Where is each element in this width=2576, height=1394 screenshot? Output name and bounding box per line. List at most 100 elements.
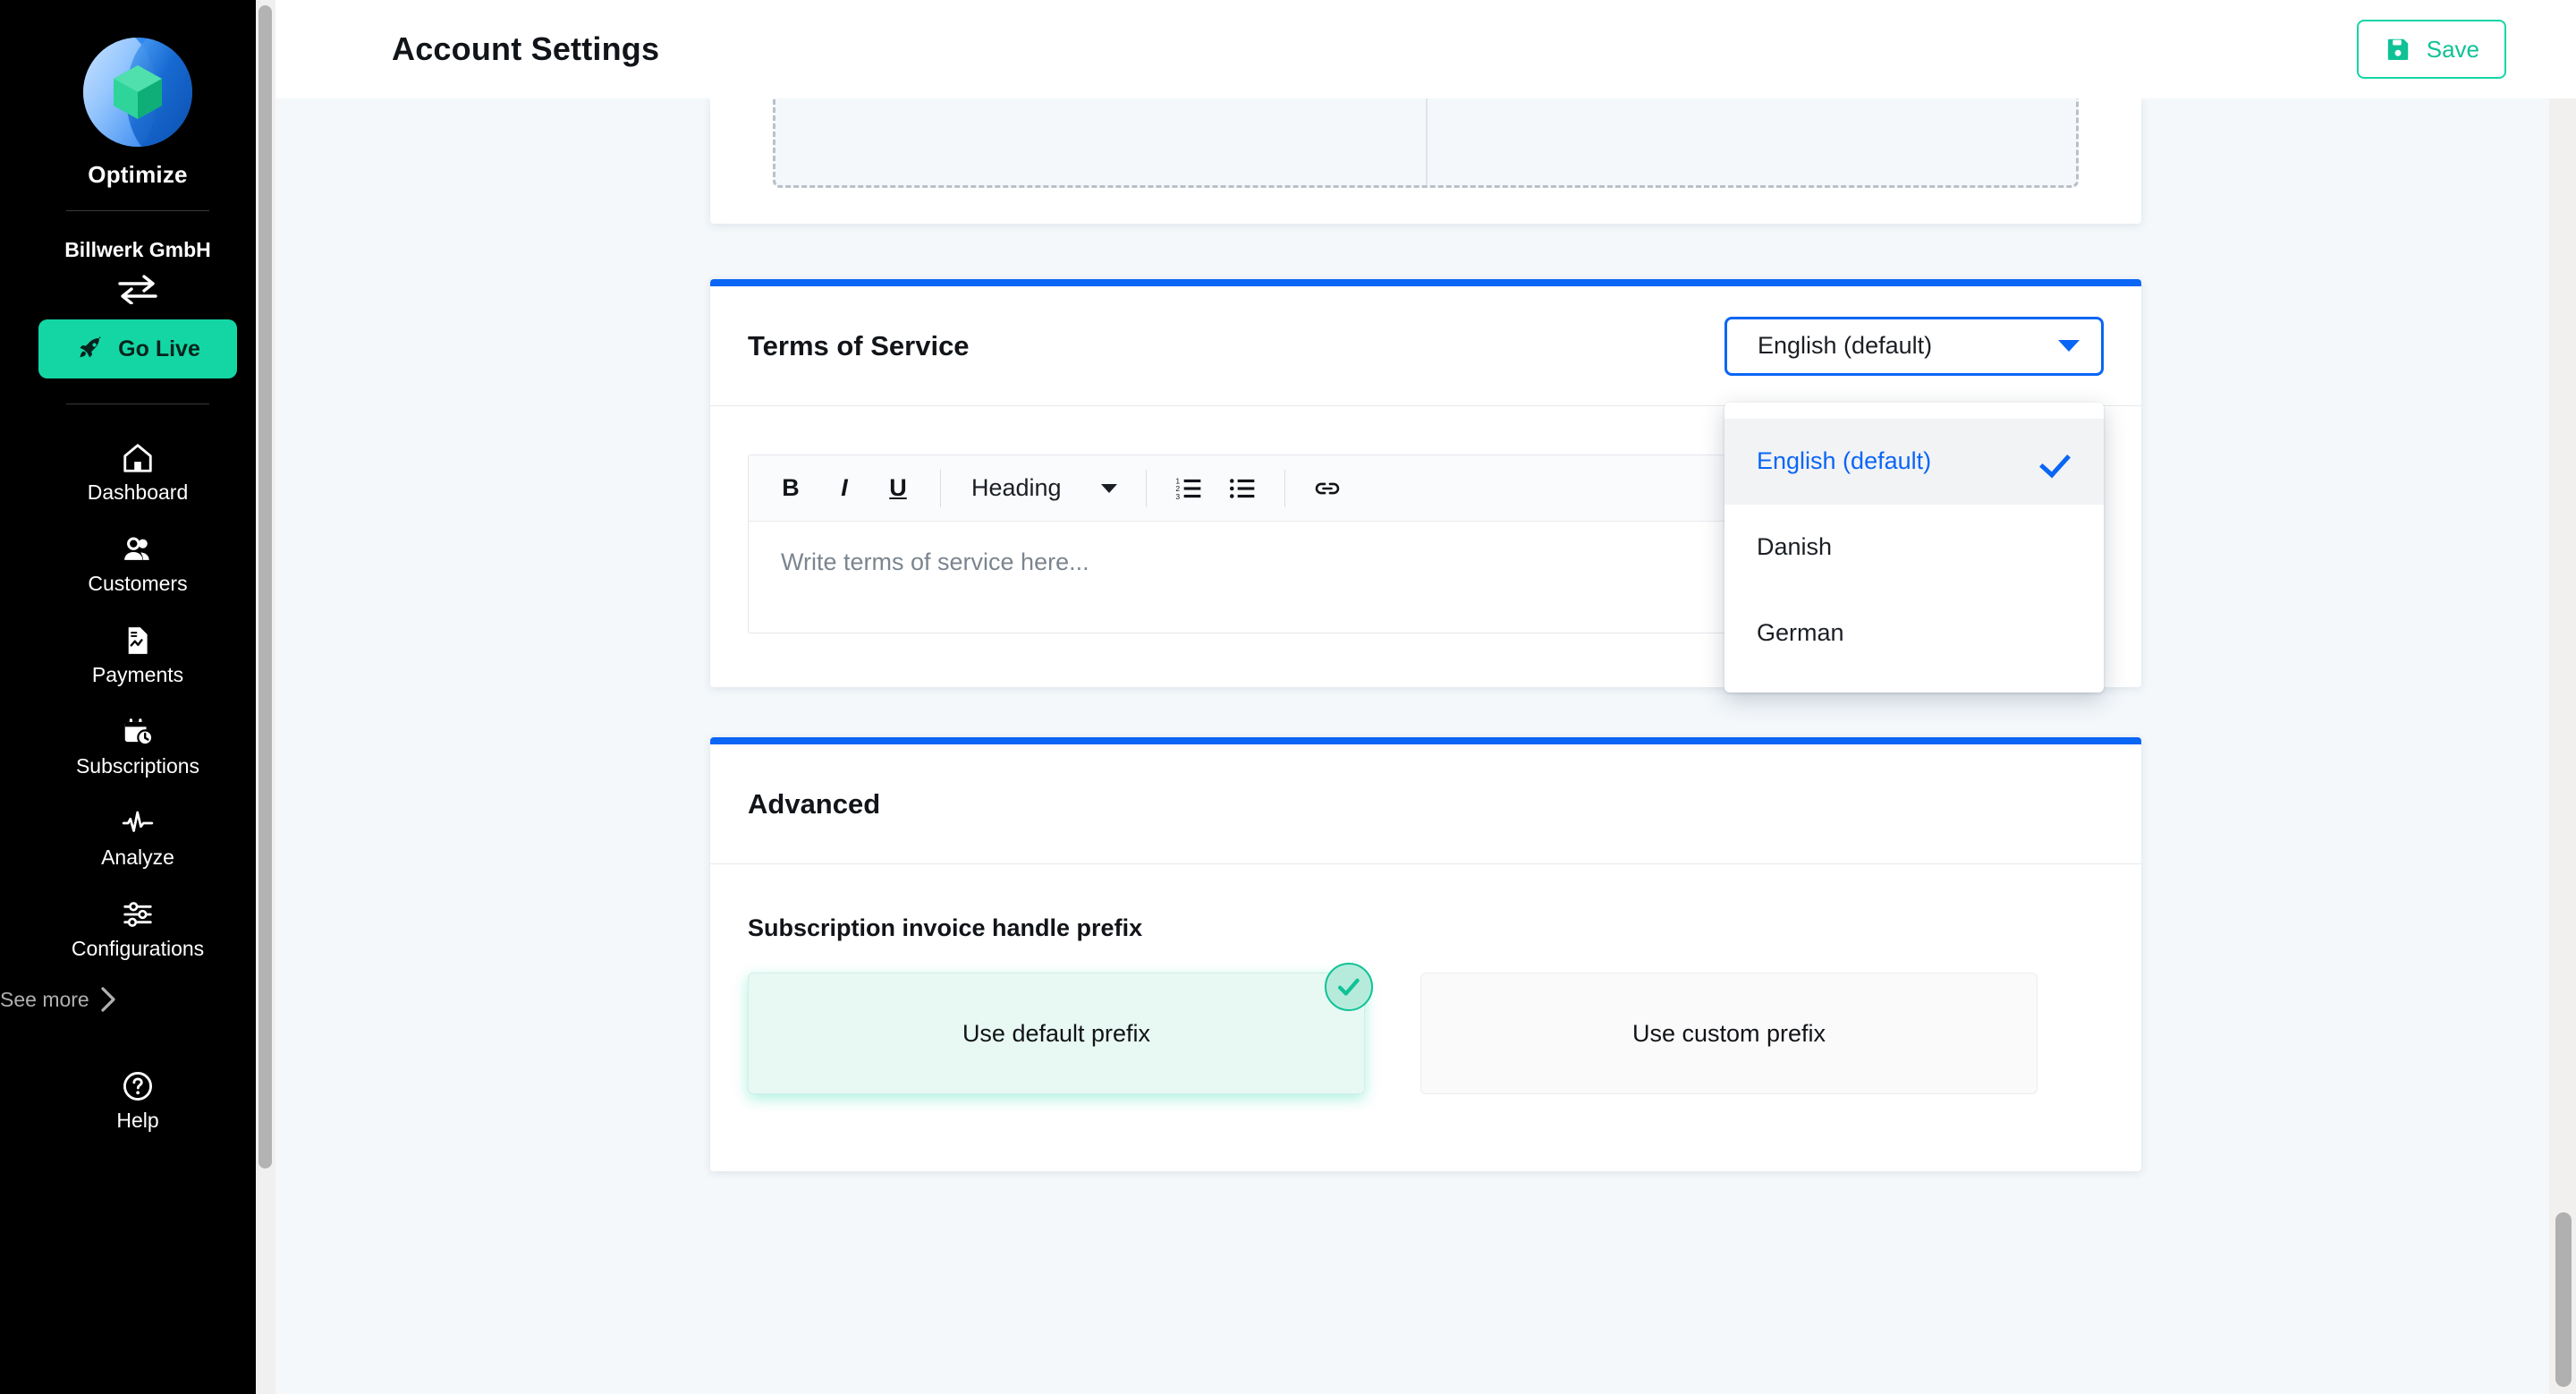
link-icon [1315, 482, 1339, 494]
switch-arrows-icon [118, 275, 157, 304]
heading-select-value: Heading [971, 474, 1062, 501]
logo-dropzone-right[interactable] [1426, 98, 2076, 185]
check-icon [1338, 978, 1360, 996]
org-name: Billwerk GmbH [64, 238, 211, 261]
advanced-card-header: Advanced [710, 744, 2141, 864]
go-live-label: Go Live [118, 336, 200, 361]
page-content: Terms of Service English (default) Engli… [275, 98, 2576, 1279]
see-more-label: See more [0, 987, 89, 1011]
terms-card-header: Terms of Service English (default) Engli… [710, 286, 2141, 693]
sidebar-item-payments[interactable]: Payments [0, 608, 275, 700]
terms-card-title: Terms of Service [748, 329, 970, 361]
page-scrollbar-thumb[interactable] [2555, 1212, 2572, 1387]
save-label: Save [2426, 35, 2479, 63]
sidebar-nav: Dashboard Customers Payments Subscriptio… [0, 426, 275, 1145]
brand-name: Optimize [88, 161, 188, 188]
card-accent-bar [710, 737, 2141, 744]
language-dropdown-menu: English (default) Danish German [1724, 402, 2104, 693]
sidebar: Optimize Billwerk GmbH Go Live Dashboard… [0, 0, 275, 1394]
logo-dropzone[interactable] [773, 98, 2079, 188]
sidebar-item-label: Customers [88, 572, 188, 595]
sidebar-item-label: Configurations [71, 937, 205, 960]
svg-text:3: 3 [1175, 492, 1180, 501]
language-option-label: German [1757, 619, 1844, 646]
save-button[interactable]: Save [2356, 20, 2506, 79]
bold-button[interactable]: B [767, 464, 815, 513]
prefix-options-row: Use default prefix Use custom prefix [748, 963, 2104, 1094]
sidebar-item-label: Help [116, 1109, 159, 1132]
language-select-value: English (default) [1758, 332, 1933, 359]
sidebar-item-help[interactable]: Help [0, 1054, 275, 1145]
advanced-card-title: Advanced [748, 787, 881, 820]
card-accent-bar [710, 279, 2141, 286]
chevron-down-icon [1100, 483, 1117, 493]
sidebar-scrollbar-thumb[interactable] [258, 5, 272, 1169]
switch-organization-button[interactable] [113, 271, 163, 307]
sidebar-item-label: Dashboard [87, 480, 189, 504]
link-button[interactable] [1303, 464, 1352, 513]
page-scrollbar-track[interactable] [2549, 98, 2576, 1394]
pulse-icon [122, 811, 154, 832]
go-live-button[interactable]: Go Live [38, 319, 237, 378]
toolbar-separator [1145, 469, 1147, 507]
document-chart-icon [128, 627, 148, 654]
users-icon [124, 537, 149, 560]
cube-glyph-icon [114, 65, 162, 119]
calendar-clock-icon [124, 718, 154, 746]
sidebar-item-label: Payments [91, 663, 184, 686]
logo-dropzone-left[interactable] [775, 98, 1426, 185]
sidebar-content: Optimize Billwerk GmbH Go Live Dashboard… [0, 0, 275, 1145]
rocket-icon [80, 336, 102, 358]
language-option-english[interactable]: English (default) [1724, 418, 2104, 505]
top-bar: Account Settings Save [275, 0, 2576, 98]
heading-select[interactable]: Heading [959, 464, 1128, 513]
italic-button[interactable]: I [820, 464, 869, 513]
sidebar-divider-top [66, 210, 209, 211]
prefix-option-label: Use custom prefix [1631, 1019, 1826, 1047]
chevron-right-icon [101, 987, 115, 1012]
chevron-down-icon [2058, 340, 2080, 352]
bullet-list-button[interactable] [1218, 464, 1267, 513]
optimize-logo-icon [83, 38, 192, 147]
main-area: Account Settings Save Terms of Service E… [275, 0, 2576, 1394]
language-option-danish[interactable]: Danish [1724, 505, 2104, 591]
use-default-prefix-option[interactable]: Use default prefix [748, 963, 1373, 1094]
toolbar-separator [1284, 469, 1285, 507]
check-badge-icon [1325, 963, 1373, 1011]
sidebar-item-label: Subscriptions [75, 754, 200, 778]
advanced-card-body: Subscription invoice handle prefix Use d… [710, 864, 2141, 1171]
sidebar-item-analyze[interactable]: Analyze [0, 791, 275, 882]
home-icon [123, 444, 152, 472]
sidebar-item-dashboard[interactable]: Dashboard [0, 426, 275, 517]
terms-of-service-card: Terms of Service English (default) Engli… [710, 279, 2141, 693]
prefix-section-label: Subscription invoice handle prefix [748, 914, 1143, 941]
language-option-label: English (default) [1757, 447, 1932, 474]
language-option-label: Danish [1757, 533, 1833, 560]
sidebar-item-configurations[interactable]: Configurations [0, 882, 275, 973]
use-custom-prefix-option[interactable]: Use custom prefix [1420, 973, 2038, 1094]
toolbar-separator [940, 469, 941, 507]
floppy-disk-icon [2387, 38, 2408, 60]
ordered-list-button[interactable]: 1 2 3 [1165, 464, 1213, 513]
advanced-card: Advanced Subscription invoice handle pre… [710, 737, 2141, 1171]
underline-button[interactable]: U [874, 464, 922, 513]
logo-upload-card-partial [710, 98, 2141, 224]
sliders-icon [123, 902, 152, 927]
scroll-region: Terms of Service English (default) Engli… [275, 98, 2576, 1394]
sidebar-scrollbar-track[interactable] [256, 0, 275, 1394]
question-circle-icon [123, 1072, 152, 1101]
prefix-option-label: Use default prefix [962, 1019, 1151, 1047]
see-more-button[interactable]: See more [0, 986, 275, 1013]
ordered-list-icon: 1 2 3 [1175, 476, 1200, 501]
sidebar-item-subscriptions[interactable]: Subscriptions [0, 700, 275, 791]
check-icon [2041, 446, 2072, 477]
app-root: Optimize Billwerk GmbH Go Live Dashboard… [0, 0, 2576, 1394]
language-select[interactable]: English (default) [1724, 316, 2104, 376]
sidebar-item-label: Analyze [101, 846, 174, 869]
language-option-german[interactable]: German [1724, 591, 2104, 676]
page-title: Account Settings [392, 30, 660, 67]
sidebar-item-customers[interactable]: Customers [0, 517, 275, 608]
